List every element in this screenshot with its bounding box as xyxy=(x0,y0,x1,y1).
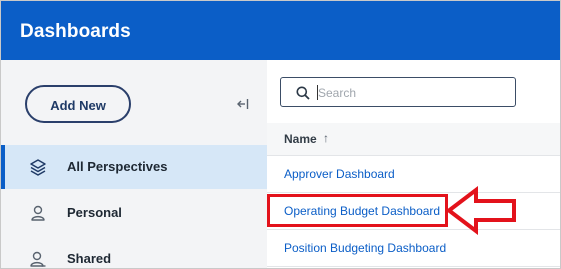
search-icon xyxy=(296,86,310,100)
layers-icon xyxy=(29,158,47,176)
table-header[interactable]: Name ↑ xyxy=(267,123,560,156)
sidebar-item-label: Shared xyxy=(67,251,112,266)
highlight-box xyxy=(267,194,448,227)
table-row: Position Budgeting Dashboard xyxy=(267,230,560,267)
page-header: Dashboards xyxy=(1,1,560,60)
page-title: Dashboards xyxy=(20,21,131,42)
add-new-button[interactable]: Add New xyxy=(25,85,131,123)
sort-ascending-icon[interactable]: ↑ xyxy=(323,131,329,145)
sidebar-item-shared[interactable]: Shared xyxy=(1,237,267,268)
search-box[interactable] xyxy=(280,77,516,107)
main-content: Name ↑ Approver Dashboard Operating Budg… xyxy=(267,60,560,268)
dashboard-link[interactable]: Approver Dashboard xyxy=(284,167,395,181)
search-input[interactable] xyxy=(318,84,508,101)
sidebar-item-all-perspectives[interactable]: All Perspectives xyxy=(1,145,267,189)
shared-users-icon xyxy=(29,250,47,268)
sidebar-item-label: All Perspectives xyxy=(67,159,168,174)
person-icon xyxy=(29,204,47,222)
sidebar-item-label: Personal xyxy=(67,205,122,220)
sidebar: Add New All Perspectives Personal Shared xyxy=(1,60,267,268)
dashboard-link[interactable]: Position Budgeting Dashboard xyxy=(284,241,446,255)
column-header-name[interactable]: Name xyxy=(284,132,317,146)
sidebar-item-personal[interactable]: Personal xyxy=(1,191,267,235)
dashboards-window: Dashboards Add New All Perspectives Pers… xyxy=(0,0,561,269)
collapse-sidebar-icon[interactable] xyxy=(237,97,249,111)
pointer-arrow-annotation xyxy=(445,185,518,236)
